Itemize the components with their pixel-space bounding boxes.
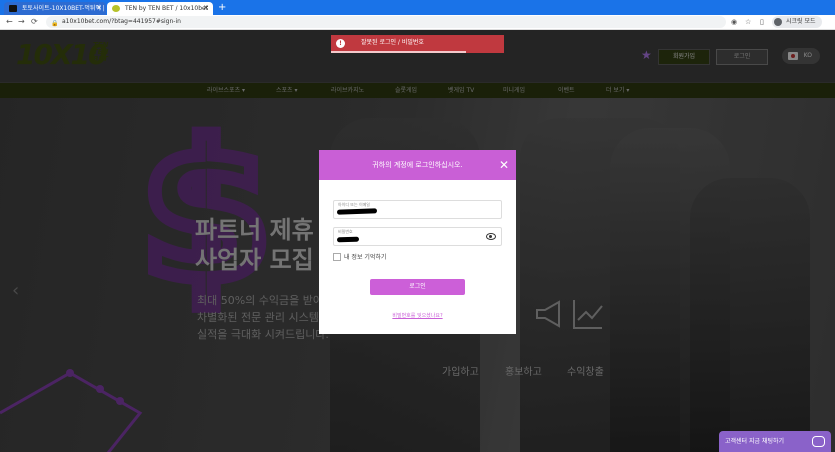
chat-bubble-icon	[812, 436, 825, 447]
close-tab-icon[interactable]: ✕	[203, 2, 209, 15]
close-icon[interactable]: ✕	[499, 150, 509, 180]
avatar	[774, 18, 782, 26]
tab-title: 토토사이트-10X10BET-먹튀먹 |	[22, 5, 105, 12]
error-toast: ! 잘못된 로그인 / 비밀번호	[331, 35, 504, 53]
lock-icon: 🔒	[51, 20, 59, 27]
remember-me-label[interactable]: 내 정보 기억하기	[344, 252, 386, 261]
browser-tab-1[interactable]: 토토사이트-10X10BET-먹튀먹 | ✕	[4, 2, 106, 15]
redacted-value	[336, 236, 360, 243]
incognito-eye-icon[interactable]: ◉	[731, 17, 737, 27]
bookmark-star-icon[interactable]: ☆	[745, 17, 751, 27]
live-chat-button[interactable]: 고객센터 지금 채팅하기	[719, 431, 831, 452]
back-arrow-icon[interactable]: ←	[6, 16, 13, 28]
address-bar-row: ← → ⟳ 🔒 a10x10bet.com/?btag=441957#sign-…	[0, 15, 835, 30]
profile-label: 시크릿 모드	[786, 18, 816, 25]
profile-button[interactable]: 시크릿 모드	[772, 16, 822, 28]
remember-me-checkbox[interactable]	[333, 253, 341, 261]
side-panel-icon[interactable]: ▯	[760, 17, 764, 27]
username-field[interactable]: 아이디 또는 이메일	[333, 200, 502, 219]
tab-title: TEN by TEN BET / 10x10bet	[125, 5, 209, 12]
password-label: 비밀번호	[338, 229, 353, 234]
reload-icon[interactable]: ⟳	[31, 16, 38, 28]
alert-icon: !	[336, 39, 345, 48]
site-favicon-icon	[9, 5, 17, 12]
new-tab-button[interactable]: +	[218, 1, 226, 14]
username-label: 아이디 또는 이메일	[338, 202, 370, 207]
site-favicon-icon	[112, 5, 120, 12]
redacted-value	[336, 208, 378, 215]
forgot-password-link[interactable]: 비밀번호를 잊으셨나요?	[319, 312, 516, 319]
close-tab-icon[interactable]: ✕	[96, 2, 102, 15]
login-modal: 귀하의 계정에 로그인하십시오. ✕ 아이디 또는 이메일 비밀번호 내 정보 …	[319, 150, 516, 334]
forward-arrow-icon[interactable]: →	[18, 16, 25, 28]
password-field[interactable]: 비밀번호	[333, 227, 502, 246]
browser-tab-2[interactable]: TEN by TEN BET / 10x10bet ✕	[107, 2, 213, 15]
modal-header: 귀하의 계정에 로그인하십시오. ✕	[319, 150, 516, 180]
browser-tab-bar: 토토사이트-10X10BET-먹튀먹 | ✕ TEN by TEN BET / …	[0, 0, 835, 15]
toast-message: 잘못된 로그인 / 비밀번호	[361, 39, 424, 46]
submit-login-button[interactable]: 로그인	[370, 279, 465, 295]
modal-title: 귀하의 계정에 로그인하십시오.	[372, 161, 463, 169]
chat-label: 고객센터 지금 채팅하기	[725, 438, 785, 445]
page: 10X10 TEN TEN BET ★ 회원가입 로그인 KO 라이브스포츠 ▾…	[0, 30, 835, 452]
eye-icon[interactable]	[486, 233, 496, 240]
toast-progress-bar	[331, 51, 466, 53]
url-field[interactable]: 🔒 a10x10bet.com/?btag=441957#sign-in	[46, 16, 726, 28]
url-text: a10x10bet.com/?btag=441957#sign-in	[62, 18, 181, 25]
